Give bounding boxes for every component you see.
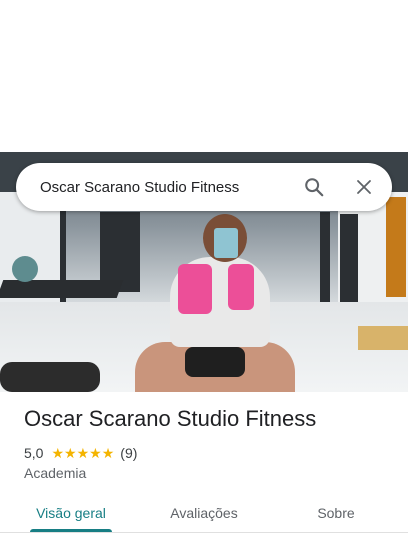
tab-bar: Visão geral Avaliações Sobre bbox=[0, 494, 408, 538]
review-count[interactable]: (9) bbox=[120, 445, 137, 461]
rating-stars: ★ ★ ★ ★ ★ bbox=[51, 446, 114, 460]
tab-reviews[interactable]: Avaliações bbox=[156, 494, 252, 532]
star-icon: ★ bbox=[89, 445, 102, 461]
star-icon: ★ bbox=[64, 445, 77, 461]
place-category: Academia bbox=[24, 465, 87, 481]
star-icon: ★ bbox=[101, 445, 115, 461]
tabs-divider bbox=[0, 532, 408, 533]
photo-phone bbox=[214, 228, 238, 258]
place-title: Oscar Scarano Studio Fitness bbox=[24, 406, 317, 431]
rating-value: 5,0 bbox=[24, 445, 44, 461]
close-icon[interactable] bbox=[352, 175, 376, 199]
star-icon: ★ bbox=[76, 445, 90, 461]
photo-mat bbox=[0, 280, 124, 298]
search-input[interactable]: Oscar Scarano Studio Fitness bbox=[40, 179, 302, 196]
photo-dumbbell-rack bbox=[0, 362, 100, 392]
photo-ball bbox=[12, 256, 38, 282]
photo-box bbox=[358, 326, 408, 350]
rating-row[interactable]: 5,0 ★ ★ ★ ★ ★ (9) bbox=[24, 444, 137, 462]
photo-person-top bbox=[178, 264, 212, 314]
top-blank-area bbox=[0, 0, 408, 152]
photo-person-top bbox=[228, 264, 254, 310]
photo-door bbox=[386, 197, 406, 297]
search-bar[interactable]: Oscar Scarano Studio Fitness bbox=[16, 163, 392, 211]
photo-dumbbell bbox=[185, 347, 245, 377]
tab-about[interactable]: Sobre bbox=[300, 494, 372, 532]
tab-overview[interactable]: Visão geral bbox=[24, 494, 118, 532]
search-icon[interactable] bbox=[302, 175, 326, 199]
star-icon: ★ bbox=[51, 445, 65, 461]
